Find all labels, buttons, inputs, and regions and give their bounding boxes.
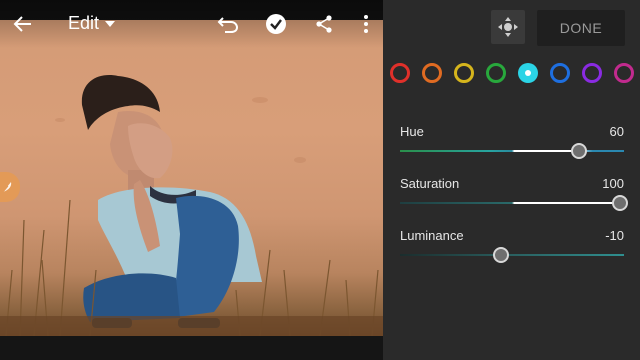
back-button[interactable] [11,12,35,36]
swatch-yellow[interactable] [454,63,474,83]
luminance-slider-thumb[interactable] [492,247,509,263]
undo-button[interactable] [216,12,240,36]
undo-icon [217,17,239,33]
saturation-label: Saturation [400,176,460,191]
photo-canvas[interactable]: Edit [0,0,383,360]
hue-value: 60 [609,124,624,139]
photo-illustration [0,75,383,337]
swatch-orange[interactable] [422,63,442,83]
targeted-adjustment-icon [498,17,518,37]
saturation-slider-thumb[interactable] [612,195,628,211]
color-mix-panel: DONE Hue 60 Saturation 100 Luminance -10 [383,0,640,360]
hue-slider-track[interactable] [400,150,624,152]
more-vertical-icon [364,15,368,33]
back-arrow-icon [13,16,31,32]
hue-slider-thumb[interactable] [571,143,588,159]
edit-mode-dropdown[interactable]: Edit [68,13,116,34]
feather-icon [2,182,12,193]
hue-label: Hue [400,124,424,139]
caret-down-icon [105,20,116,27]
share-icon [316,15,332,33]
done-button[interactable]: DONE [537,10,625,46]
targeted-adjustment-button[interactable] [491,10,525,44]
photo-image[interactable] [0,20,383,337]
edit-mode-label: Edit [68,13,100,33]
swatch-blue[interactable] [550,63,570,83]
apply-button[interactable] [264,12,288,36]
swatch-aqua[interactable] [518,63,538,83]
swatch-red[interactable] [390,63,410,83]
saturation-value: 100 [602,176,624,191]
luminance-value: -10 [605,228,624,243]
photo-letterbox [0,336,383,360]
luminance-label: Luminance [400,228,464,243]
color-swatch-row [383,60,640,86]
app-bar: Edit [0,0,383,48]
swatch-purple[interactable] [582,63,602,83]
saturation-slider-track[interactable] [400,202,624,204]
share-button[interactable] [312,12,336,36]
swatch-magenta[interactable] [614,63,634,83]
check-icon [266,14,286,34]
more-options-button[interactable] [354,12,378,36]
swatch-green[interactable] [486,63,506,83]
luminance-slider-track[interactable] [400,254,624,256]
